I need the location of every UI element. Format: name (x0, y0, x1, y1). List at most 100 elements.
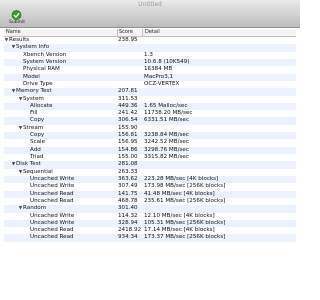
row-detail-cell: 10.6.8 (10K549) (144, 58, 190, 65)
row-score-cell: 156.81 (118, 132, 138, 139)
row-detail-cell: 1.3 (144, 51, 153, 58)
row-detail-cell: 235.61 MB/sec [256K blocks] (144, 197, 226, 204)
table-row[interactable]: Xbench Version 1.3 (4, 52, 296, 59)
title-bar[interactable]: Untitled (0, 0, 300, 17)
table-row[interactable]: ▼Results 238.95 (4, 37, 296, 44)
row-score-cell: 155.90 (118, 124, 138, 131)
row-score-cell: 156.95 (118, 139, 138, 146)
table-row[interactable]: Uncached Write 114.32 12.10 MB/sec [4K blo… (4, 213, 296, 220)
row-name-cell: ▼Results (4, 37, 29, 44)
row-score-cell: 238.95 (118, 37, 138, 43)
table-row[interactable]: Uncached Write 328.94 105.31 MB/sec [256K … (4, 219, 296, 228)
row-detail-cell: 105.31 MB/sec [256K blocks] (144, 219, 226, 226)
row-name-label: Scale (30, 139, 46, 146)
table-row[interactable]: Copy 306.54 6331.51 MB/sec (4, 117, 296, 125)
row-name-cell: Uncached Write (25, 176, 74, 183)
row-score-cell: 155.00 (118, 154, 138, 160)
table-row[interactable]: Uncached Write 363.62 223.28 MB/sec [4K bl… (4, 175, 296, 184)
row-name-cell: ▼System (18, 96, 44, 103)
row-name-label: Disk Test (16, 161, 41, 168)
row-name-cell: Scale (25, 139, 45, 146)
table-row[interactable]: Drive Type OCZ-VERTEX (4, 81, 296, 88)
row-name-label: Uncached Write (30, 219, 75, 226)
row-name-cell: Uncached Read (25, 191, 74, 198)
column-divider[interactable] (142, 29, 143, 37)
column-header-score[interactable]: Score (119, 29, 133, 36)
table-row[interactable]: Triad 155.00 3315.82 MB/sec (4, 154, 296, 161)
row-name-cell: Physical RAM (18, 66, 60, 73)
row-name-cell: Model (18, 74, 40, 81)
table-row[interactable]: Physical RAM 16384 MB (4, 66, 296, 73)
table-row[interactable]: ▼Stream 155.90 (4, 125, 296, 132)
table-row[interactable]: System Version 10.6.8 (10K549) (4, 58, 296, 67)
row-name-label: Xbench Version (23, 51, 67, 58)
table-row[interactable]: Fill 241.42 11738.20 MB/sec (4, 110, 296, 117)
table-row[interactable]: Add 154.86 3298.76 MB/sec (4, 146, 296, 154)
row-name-cell: Uncached Read (25, 227, 74, 234)
table-row[interactable]: Uncached Read 468.78 235.61 MB/sec [256K b… (4, 198, 296, 205)
table-row[interactable]: ▼Disk Test 281.08 (4, 161, 296, 169)
row-score-cell: 306.54 (118, 117, 138, 124)
row-name-label: Results (9, 37, 30, 43)
row-name-cell: ▼Memory Test (11, 88, 52, 95)
row-name-cell: Xbench Version (18, 52, 66, 59)
table-row[interactable]: Model MacPro3,1 (4, 73, 296, 81)
table-row[interactable]: ▼Memory Test 207.81 (4, 88, 296, 96)
row-score-cell: 281.08 (118, 161, 138, 168)
table-row[interactable]: Copy 156.81 3238.84 MB/sec (4, 132, 296, 140)
row-name-cell: ▼Stream (18, 125, 43, 132)
row-name-label: Fill (30, 110, 38, 117)
row-name-cell: System Version (18, 59, 66, 66)
row-name-label: Copy (30, 132, 45, 139)
row-name-cell: Uncached Write (25, 213, 74, 220)
row-detail-cell: 3315.82 MB/sec (144, 154, 189, 160)
row-score-cell: 363.62 (118, 175, 138, 182)
table-row[interactable]: ▼Sequential 263.33 (4, 169, 296, 176)
row-name-cell: ▼Sequential (18, 169, 53, 176)
table-row[interactable]: Uncached Read 141.75 41.48 MB/sec [4K bloc… (4, 190, 296, 198)
row-name-cell: Add (25, 147, 41, 154)
row-score-cell: 241.42 (118, 110, 138, 117)
row-score-cell: 154.86 (118, 146, 138, 153)
row-detail-cell: 3242.52 MB/sec (144, 139, 189, 146)
row-score-cell: 449.36 (118, 102, 138, 109)
row-name-cell: Allocate (25, 103, 53, 110)
row-name-cell: Fill (25, 110, 37, 117)
results-outline-view[interactable]: Name Score Detail ▼Results 238.95 ▼System … (4, 29, 296, 300)
row-name-label: Uncached Write (30, 175, 75, 182)
row-score-cell: 311.53 (118, 95, 138, 102)
table-header: Name Score Detail (4, 29, 296, 37)
column-divider[interactable] (117, 29, 118, 37)
row-score-cell: 301.40 (118, 205, 138, 212)
table-row[interactable]: ▼System 311.53 (4, 96, 296, 103)
table-row[interactable]: ▼Random 301.40 (4, 205, 296, 213)
column-header-detail[interactable]: Detail (145, 29, 160, 36)
row-name-cell: Uncached Read (25, 198, 74, 205)
window-title: Untitled (138, 1, 162, 8)
row-score-cell: 207.81 (118, 88, 138, 95)
table-row[interactable]: Uncached Write 307.49 173.98 MB/sec [256K … (4, 183, 296, 190)
row-name-label: System (23, 95, 44, 102)
row-name-label: Uncached Read (30, 197, 74, 204)
table-row[interactable]: Uncached Read 934.34 173.37 MB/sec [256K b… (4, 234, 296, 242)
row-detail-cell: 1.65 Malloc/sec (144, 102, 188, 109)
column-header-name[interactable]: Name (6, 29, 21, 36)
row-name-cell: Uncached Write (25, 220, 74, 227)
row-detail-cell: 3298.76 MB/sec (144, 146, 189, 153)
table-row[interactable]: Scale 156.95 3242.52 MB/sec (4, 139, 296, 146)
row-detail-cell: 223.28 MB/sec [4K blocks] (144, 175, 219, 182)
row-name-label: Physical RAM (23, 66, 60, 73)
row-score-cell: 114.32 (118, 212, 138, 219)
xbench-window: Untitled Submit Name Score Detail ▼Resul… (0, 0, 300, 300)
row-detail-cell: 41.48 MB/sec [4K blocks] (144, 190, 215, 197)
table-row[interactable]: Allocate 449.36 1.65 Malloc/sec (4, 102, 296, 111)
row-score-cell: 263.33 (118, 168, 138, 175)
row-name-cell: Uncached Write (25, 183, 74, 190)
submit-button[interactable]: Submit (5, 10, 29, 27)
row-name-label: Uncached Write (30, 183, 75, 190)
row-score-cell: 307.49 (118, 183, 138, 190)
table-row[interactable]: ▼System Info (4, 44, 296, 52)
submit-icon (11, 10, 22, 20)
table-row[interactable]: Uncached Read 2418.92 17.14 MB/sec [4K blo… (4, 227, 296, 234)
row-name-cell: ▼Disk Test (11, 161, 41, 168)
